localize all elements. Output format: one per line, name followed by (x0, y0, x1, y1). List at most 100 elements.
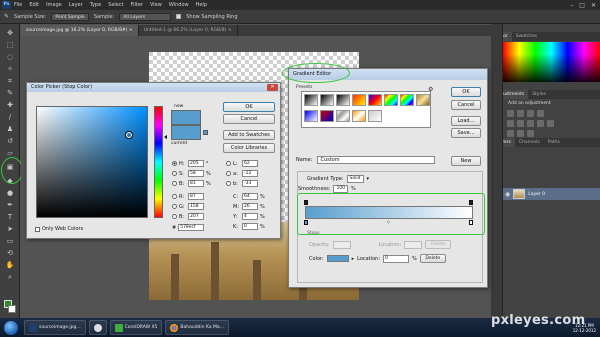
load-button[interactable]: Load... (451, 116, 481, 126)
saturation-brightness-field[interactable] (36, 106, 148, 218)
color-libraries-button[interactable]: Color Libraries (223, 143, 275, 153)
shape-tool-icon[interactable]: ▭ (4, 236, 16, 246)
lab-l-input[interactable]: 62 (242, 160, 258, 167)
green-input[interactable]: 158 (188, 203, 204, 210)
websafe-cube-icon[interactable] (203, 130, 208, 135)
eyedropper-icon[interactable]: ✎ (4, 88, 16, 98)
hue-radio[interactable] (172, 161, 177, 166)
chevron-down-icon[interactable]: ▾ (367, 176, 370, 182)
preset-swatch[interactable] (400, 94, 414, 106)
menu-window[interactable]: Window (169, 2, 189, 8)
menu-filter[interactable]: Filter (131, 2, 143, 8)
preset-swatch[interactable] (416, 94, 430, 106)
yellow-input[interactable]: 4 (242, 213, 258, 220)
menu-view[interactable]: View (150, 2, 162, 8)
color-delete-button[interactable]: Delete (419, 254, 446, 263)
color-field-cursor[interactable] (126, 132, 132, 138)
add-to-swatches-button[interactable]: Add to Swatches (223, 130, 275, 140)
current-color-swatch[interactable] (171, 125, 201, 140)
taskbar-app[interactable] (88, 320, 107, 335)
menu-image[interactable]: Image (46, 2, 62, 8)
only-web-colors-checkbox[interactable] (35, 226, 40, 232)
menu-select[interactable]: Select (108, 2, 123, 8)
sample-size-select[interactable]: Point Sample (51, 12, 89, 21)
taskbar-photoshop[interactable]: sourceimage.jpg... (24, 320, 86, 335)
preset-swatch[interactable] (384, 94, 398, 106)
cancel-button[interactable]: Cancel (223, 114, 275, 124)
menu-type[interactable]: Type (90, 2, 101, 8)
new-button[interactable]: New (451, 156, 481, 166)
healing-brush-icon[interactable]: ✚ (4, 100, 16, 110)
threshold-icon[interactable] (527, 130, 534, 137)
black-white-icon[interactable] (537, 120, 544, 127)
gradient-type-select[interactable]: Solid (346, 175, 364, 183)
lasso-tool-icon[interactable]: ◌ (4, 52, 16, 62)
gradient-name-input[interactable]: Custom (317, 156, 436, 164)
tab-swatches[interactable]: Swatches (512, 32, 542, 41)
preset-swatch[interactable] (368, 94, 382, 106)
cancel-button[interactable]: Cancel (451, 100, 481, 110)
eye-icon[interactable]: ◉ (505, 191, 510, 198)
menu-help[interactable]: Help (196, 2, 207, 8)
color-balance-icon[interactable] (527, 120, 534, 127)
preset-swatch[interactable] (320, 94, 334, 106)
save-button[interactable]: Save... (451, 128, 481, 138)
brightness-icon[interactable] (507, 110, 514, 117)
hand-tool-icon[interactable]: ✋ (4, 260, 16, 270)
red-input[interactable]: 87 (188, 193, 204, 200)
tab-channels[interactable]: Channels (515, 138, 544, 147)
quick-select-tool-icon[interactable]: ✧ (4, 64, 16, 74)
invert-icon[interactable] (507, 130, 514, 137)
photo-filter-icon[interactable] (547, 120, 554, 127)
close-icon[interactable]: ✕ (591, 2, 596, 9)
crop-tool-icon[interactable]: ⌗ (4, 76, 16, 86)
preset-swatch[interactable] (352, 94, 366, 106)
preset-swatch[interactable] (352, 110, 366, 122)
smoothness-input[interactable]: 100 (333, 185, 349, 193)
black-input[interactable]: 0 (242, 223, 258, 230)
pen-tool-icon[interactable]: ✒ (4, 200, 16, 210)
lab-b-radio[interactable] (226, 181, 231, 186)
marquee-tool-icon[interactable]: ⬚ (4, 40, 16, 50)
3d-rotate-icon[interactable]: ⟲ (4, 248, 16, 258)
chevron-right-icon[interactable]: ▸ (352, 256, 355, 262)
zoom-tool-icon[interactable]: ⌕ (4, 272, 16, 282)
preset-swatch[interactable] (304, 110, 318, 122)
brightness-input[interactable]: 81 (188, 180, 204, 187)
background-color-swatch[interactable] (8, 305, 16, 313)
preset-swatch[interactable] (336, 110, 350, 122)
lab-a-radio[interactable] (226, 171, 231, 176)
green-radio[interactable] (172, 204, 177, 209)
preset-swatch[interactable] (368, 110, 382, 122)
hue-slider-handle[interactable] (164, 135, 167, 139)
show-sampling-ring-checkbox[interactable] (176, 14, 182, 19)
sample-select[interactable]: All Layers (119, 12, 172, 21)
preset-swatch[interactable] (336, 94, 350, 106)
curves-icon[interactable] (527, 110, 534, 117)
preset-swatch[interactable] (304, 94, 318, 106)
close-icon[interactable]: ✕ (267, 84, 278, 91)
tab-untitled[interactable]: Untitled-1 @ 66.2% (Layer 0, RGB/8) × (139, 25, 238, 36)
saturation-input[interactable]: 58 (188, 170, 204, 177)
menu-edit[interactable]: Edit (29, 2, 39, 8)
ok-button[interactable]: OK (223, 102, 275, 112)
color-spectrum[interactable] (503, 42, 600, 82)
history-brush-icon[interactable]: ↺ (4, 136, 16, 146)
type-tool-icon[interactable]: T (4, 212, 16, 222)
red-radio[interactable] (172, 194, 177, 199)
path-select-icon[interactable]: ➤ (4, 224, 16, 234)
eyedropper-tool-icon[interactable]: ✎ (4, 13, 9, 20)
layer-row[interactable]: ◉ Layer 0 (503, 188, 600, 200)
saturation-radio[interactable] (172, 171, 177, 176)
levels-icon[interactable] (517, 110, 524, 117)
hue-input[interactable]: 205 (188, 160, 204, 167)
start-button[interactable] (4, 320, 18, 335)
vibrance-icon[interactable] (507, 120, 514, 127)
taskbar-chrome[interactable]: Bahauddin Ka Ma... (165, 320, 229, 335)
ok-button[interactable]: OK (451, 87, 481, 97)
magenta-input[interactable]: 26 (242, 203, 258, 210)
tab-styles[interactable]: Styles (528, 90, 550, 99)
tab-sourceimage[interactable]: sourceimage.jpg @ 16.2% (Layer 0, RGB/8#… (21, 25, 139, 36)
menu-file[interactable]: File (14, 2, 22, 8)
hue-saturation-icon[interactable] (517, 120, 524, 127)
